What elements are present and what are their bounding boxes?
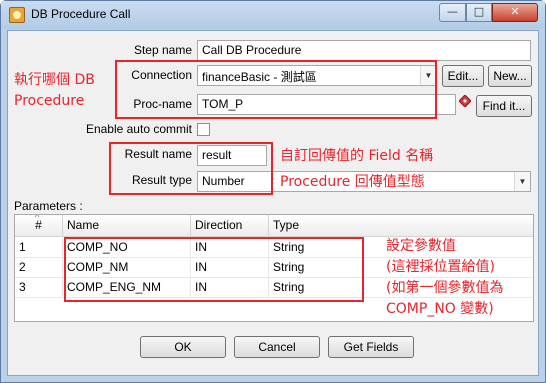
dialog-body: Step name Call DB Procedure Connection f… <box>7 30 539 376</box>
sort-indicator-icon: ^ <box>35 214 40 222</box>
minimize-button[interactable]: — <box>439 3 466 22</box>
parameters-label: Parameters : <box>14 199 83 213</box>
annotation-params-line3: (如第一個參數值為 <box>386 280 504 296</box>
row-index: 1 <box>15 238 63 258</box>
column-header-direction[interactable]: Direction <box>191 215 269 237</box>
get-fields-button[interactable]: Get Fields <box>328 336 414 358</box>
edit-connection-button[interactable]: Edit... <box>442 65 484 87</box>
row-index: 3 <box>15 278 63 298</box>
annotation-return-type: Procedure 回傳值型態 <box>280 174 425 190</box>
procedure-call-icon <box>9 7 25 23</box>
variable-diamond-icon <box>459 95 471 107</box>
maximize-button[interactable]: □ <box>466 3 492 22</box>
column-header-type[interactable]: Type <box>269 215 533 237</box>
find-procedure-button[interactable]: Find it... <box>476 95 532 117</box>
column-header-index[interactable]: ^ # <box>15 215 63 237</box>
row-index: 2 <box>15 258 63 278</box>
new-connection-button[interactable]: New... <box>488 65 532 87</box>
auto-commit-checkbox[interactable] <box>197 123 210 136</box>
title-bar: DB Procedure Call — □ ✕ <box>1 1 545 29</box>
column-header-name[interactable]: Name <box>63 215 191 237</box>
chevron-down-icon[interactable]: ▼ <box>514 172 530 191</box>
result-highlight-box <box>109 142 273 195</box>
connection-highlight-box <box>115 60 437 119</box>
close-button[interactable]: ✕ <box>492 3 538 22</box>
window-title: DB Procedure Call <box>31 7 131 21</box>
annotation-return-field-name: 自訂回傳值的 Field 名稱 <box>280 148 434 164</box>
annotation-params-line1: 設定參數值 <box>386 238 456 254</box>
parameters-highlight-box <box>64 237 364 302</box>
annotation-db-procedure-line1: 執行哪個 DB <box>14 72 95 88</box>
cancel-button[interactable]: Cancel <box>234 336 320 358</box>
annotation-params-line4: COMP_NO 變數) <box>386 301 494 317</box>
ok-button[interactable]: OK <box>140 336 226 358</box>
step-name-input[interactable]: Call DB Procedure <box>197 40 531 61</box>
auto-commit-label: Enable auto commit <box>85 122 192 136</box>
dialog-window: DB Procedure Call — □ ✕ Step name Call D… <box>0 0 546 383</box>
annotation-db-procedure-line2: Procedure <box>14 93 85 109</box>
annotation-params-line2: (這裡採位置給值) <box>386 259 495 275</box>
step-name-label: Step name <box>133 43 192 57</box>
